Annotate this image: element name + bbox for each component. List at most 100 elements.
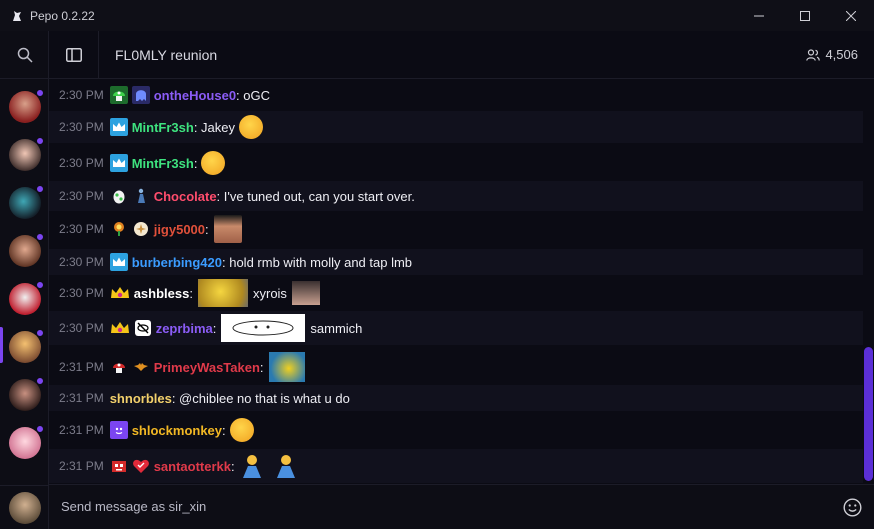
doodle-emote [221,314,306,342]
bat-badge-icon [132,358,150,376]
message-username[interactable]: ashbless [134,286,190,301]
chat-message: 2:31 PM shlockmonkey : [49,413,863,447]
channel-avatar[interactable] [9,89,44,123]
purple-face-badge-icon [109,421,128,439]
sidebar-icon [65,47,82,62]
message-username[interactable]: ontheHouse0 [154,88,236,103]
crown-badge-icon [109,118,128,136]
message-timestamp: 2:31 PM [59,459,104,473]
app-logo-icon [10,9,24,23]
laughing-emoji [239,115,264,139]
message-username[interactable]: santaotterkk [154,459,231,474]
smirk-emoji [229,418,254,442]
chat-message: 2:30 PM jigy5000 : [49,213,863,245]
chat-message: 2:31 PM PrimeyWasTaken : [49,349,863,385]
channel-rail [0,31,49,529]
channel-avatar[interactable] [9,425,44,459]
flower-badge-icon [110,220,128,238]
user-area [0,485,49,529]
mushroom-badge-icon [109,86,128,104]
live-indicator [36,425,44,433]
message-text: : Jakey [193,119,236,135]
chat-message: 2:30 PM ontheHouse0 : oGC [49,83,863,107]
message-text: : [259,359,264,375]
flex-emote [213,215,242,243]
chat-message: 2:31 PM shnorbles : @chiblee no that is … [49,385,863,411]
face-emote [291,281,320,305]
message-username[interactable]: Chocolate [154,189,217,204]
king-badge-icon [110,284,130,302]
search-button[interactable] [0,31,49,79]
channel-avatar[interactable] [9,185,44,219]
chat-scrollbar[interactable] [863,79,874,484]
minion-emote [197,279,248,307]
message-composer [49,484,874,529]
window-title: Pepo 0.2.22 [30,8,95,23]
message-timestamp: 2:30 PM [59,286,104,300]
figure-badge-icon [132,187,150,205]
ghost-badge-icon [131,86,150,104]
message-input[interactable] [61,499,821,514]
smiley-icon [843,498,862,517]
message-timestamp: 2:31 PM [59,391,104,405]
search-icon [17,47,33,63]
viewer-count: 4,506 [806,47,858,62]
pray-emoji [274,453,298,479]
message-text-after: xyrois [252,285,287,301]
channel-avatar-active[interactable] [9,329,44,363]
title-bar: Pepo 0.2.22 [0,0,874,31]
chat-message: 2:30 PM burberbing420 : hold rmb with mo… [49,249,863,275]
message-username[interactable]: MintFr3sh [132,120,194,135]
message-text: : [231,458,235,474]
chat-message: 2:30 PM ashbless : xyrois [49,277,863,309]
chat-message: 2:30 PM MintFr3sh : [49,147,863,179]
scrollbar-thumb[interactable] [864,347,873,481]
live-indicator [36,89,44,97]
viewer-count-label: 4,506 [825,47,858,62]
message-username[interactable]: shnorbles [110,391,172,406]
message-timestamp: 2:30 PM [59,120,104,134]
star-badge-icon [132,220,150,238]
crown-badge-icon [109,253,128,271]
channel-title: FL0MLY reunion [115,47,218,63]
message-timestamp: 2:30 PM [59,88,104,102]
live-indicator [36,137,44,145]
channel-avatar[interactable] [9,137,44,171]
chat-header: FL0MLY reunion 4,506 [49,31,874,79]
message-timestamp: 2:31 PM [59,360,104,374]
channel-avatar[interactable] [9,281,44,315]
maximize-button[interactable] [782,0,828,31]
mushroom-red-badge-icon [110,358,128,376]
minimize-button[interactable] [736,0,782,31]
egg-badge-icon [110,187,128,205]
message-timestamp: 2:31 PM [59,423,104,437]
sidebar-toggle-button[interactable] [49,31,99,78]
message-text: : @chiblee no that is what u do [171,390,350,406]
message-timestamp: 2:30 PM [59,321,104,335]
message-text: : hold rmb with molly and tap lmb [222,254,413,270]
message-username[interactable]: shlockmonkey [132,423,222,438]
message-username[interactable]: MintFr3sh [132,156,194,171]
message-username[interactable]: zeprbima [156,321,213,336]
robot-badge-icon [110,457,128,475]
chat-messages: 2:30 PM ontheHouse0 : oGC 2:30 PM MintFr… [49,79,863,484]
message-text-after: sammich [310,320,363,336]
heart-badge-icon [132,457,150,475]
close-button[interactable] [828,0,874,31]
message-text: : [212,320,217,336]
active-channel-indicator [0,327,3,363]
message-text: : [222,422,226,438]
live-indicator [36,377,44,385]
channel-avatar[interactable] [9,377,44,411]
message-username[interactable]: burberbing420 [132,255,222,270]
user-avatar[interactable] [9,492,41,524]
smirk-emoji [201,151,226,175]
emoji-picker-button[interactable] [843,498,862,522]
message-timestamp: 2:30 PM [59,189,104,203]
no-eye-badge-icon [134,319,152,337]
message-username[interactable]: PrimeyWasTaken [154,360,260,375]
live-indicator [36,329,44,337]
channel-avatar[interactable] [9,233,44,267]
message-username[interactable]: jigy5000 [154,222,205,237]
message-text: : [193,155,198,171]
